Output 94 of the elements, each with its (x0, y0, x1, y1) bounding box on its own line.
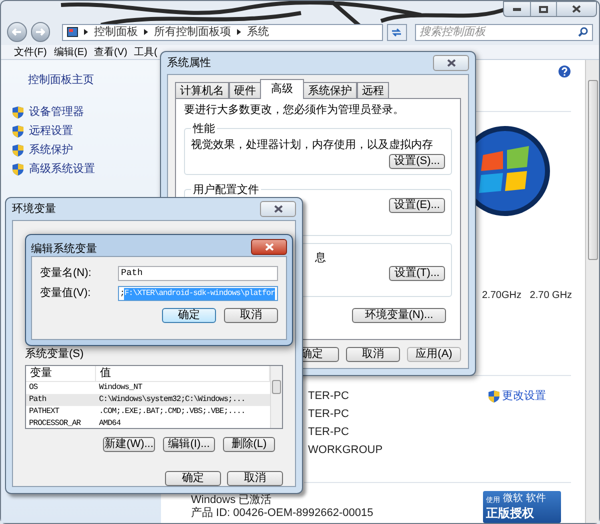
menu-item[interactable]: 文件(F) (14, 44, 47, 60)
window-title: 编辑系统变量 (31, 242, 97, 258)
breadcrumb-item[interactable]: 系统 (247, 24, 269, 40)
computer-info-value: TER-PC (308, 388, 350, 404)
product-id: 产品 ID: 00426-OEM-8992662-00015 (191, 507, 374, 520)
shield-icon (488, 390, 500, 402)
back-arrow-icon (12, 28, 22, 36)
close-icon (264, 242, 274, 250)
dialog-button[interactable]: 设置(T)... (389, 266, 445, 281)
window-title: 系统属性 (167, 56, 211, 71)
address-bar[interactable]: 控制面板 所有控制面板项 系统 (62, 24, 384, 40)
back-button[interactable] (7, 22, 26, 42)
variable-value: AMD64 (98, 418, 122, 428)
group-title: 性能 (192, 122, 216, 136)
close-icon (446, 59, 456, 67)
forward-arrow-icon (35, 28, 46, 36)
control-panel-icon (67, 27, 78, 37)
menu-item[interactable]: 编辑(E) (54, 44, 88, 60)
dialog-button[interactable]: 确定 (162, 308, 216, 323)
group-description: 视觉效果，处理器计划，内存使用，以及虚拟内存 (191, 138, 433, 153)
tab[interactable]: 系统保护 (303, 82, 357, 99)
field-label: 变量名(N): (40, 266, 92, 282)
list-row[interactable]: Path C:\Windows\system32;C:\Windows;... (26, 394, 270, 406)
dialog-button[interactable]: 环境变量(N)... (352, 308, 446, 322)
variable-name: PATHEXT (28, 406, 60, 418)
selected-text: F:\XTER\android-sdk-windows\platfor (124, 288, 275, 300)
window-title: 环境变量 (12, 202, 56, 217)
breadcrumb-item[interactable]: 所有控制面板项 (154, 24, 231, 40)
refresh-button[interactable] (387, 24, 407, 40)
help-icon[interactable] (558, 65, 571, 78)
tab[interactable]: 硬件 (229, 82, 261, 99)
variable-value: .COM;.EXE;.BAT;.CMD;.VBS;.VBE;.... (98, 406, 246, 418)
dialog-button[interactable]: 确定 (165, 470, 221, 486)
shield-icon (12, 106, 24, 118)
sidebar-link[interactable]: 设备管理器 (29, 104, 84, 120)
badge-title: 正版授权 (486, 506, 535, 520)
close-button[interactable] (433, 55, 469, 71)
list-row[interactable]: PROCESSOR_AR AMD64 (26, 418, 270, 428)
variable-value: Windows_NT (98, 382, 144, 394)
sidebar-link[interactable]: 远程设置 (29, 122, 73, 140)
dialog-button[interactable]: 取消 (224, 308, 278, 323)
menu-item[interactable]: 查看(V) (94, 44, 128, 60)
dialog-button[interactable]: 取消 (227, 470, 283, 486)
close-icon (274, 205, 282, 213)
computer-info-value: TER-PC (308, 424, 350, 440)
processor-speed-text: 2.70GHz 2.70 GHz (482, 289, 572, 303)
search-field[interactable]: 搜索控制面板 (414, 24, 593, 40)
change-settings-link[interactable]: 更改设置 (502, 388, 546, 404)
shield-icon (12, 124, 24, 138)
badge-text: 微软 (503, 492, 523, 506)
badge-text: 软件 (526, 492, 546, 506)
sidebar-home-link[interactable]: 控制面板主页 (12, 72, 161, 88)
computer-info-value: WORKGROUP (308, 442, 384, 458)
tab[interactable]: 远程 (357, 82, 389, 99)
list-row[interactable]: PATHEXT .COM;.EXE;.BAT;.CMD;.VBS;.VBE;.... (26, 406, 270, 418)
sidebar-link[interactable]: 高级系统设置 (29, 160, 95, 178)
shield-icon (12, 144, 24, 156)
close-button[interactable] (251, 238, 287, 254)
refresh-icon (391, 28, 402, 36)
variable-name: Path (28, 394, 48, 406)
tab[interactable]: 计算机名 (175, 82, 229, 99)
group-title: 用户配置文件 (192, 182, 260, 198)
tab[interactable]: 高级 (260, 79, 304, 99)
close-button[interactable] (260, 201, 296, 217)
dialog-button[interactable]: 设置(S)... (389, 154, 445, 168)
dialog-button[interactable]: 删除(L) (223, 436, 275, 452)
section-label: 系统变量(S) (25, 346, 85, 362)
shield-icon (12, 162, 24, 176)
field-text: ; (120, 288, 124, 300)
forward-button[interactable] (30, 22, 50, 42)
chevron-icon (237, 29, 241, 35)
chevron-icon (144, 29, 148, 35)
column-header[interactable]: 变量 (26, 366, 96, 382)
dialog-button[interactable]: 取消 (346, 346, 400, 362)
input-field[interactable]: Path (118, 266, 278, 281)
input-field[interactable]: ;F:\XTER\android-sdk-windows\platfor (118, 286, 278, 301)
computer-info-value: TER-PC (308, 406, 350, 422)
breadcrumb-item[interactable]: 控制面板 (94, 24, 138, 40)
dialog-button[interactable]: 新建(W)... (103, 436, 155, 452)
chevron-icon (84, 29, 88, 35)
group-description: 息 (315, 250, 326, 266)
search-icon (578, 27, 588, 37)
close-icon (572, 5, 581, 13)
variable-value: C:\Windows\system32;C:\Windows;... (98, 394, 246, 406)
field-label: 变量值(V): (40, 286, 92, 302)
variable-name: OS (28, 382, 39, 394)
sidebar-link[interactable]: 系统保护 (29, 142, 73, 158)
variable-name: PROCESSOR_AR (28, 418, 82, 428)
dialog-button[interactable]: 设置(E)... (389, 198, 445, 213)
menu-item[interactable]: 工具( (134, 44, 158, 60)
notice-text: 要进行大多数更改，您必须作为管理员登录。 (184, 102, 405, 118)
activation-status: Windows 已激活 (191, 494, 273, 506)
dialog-button[interactable]: 编辑(I)... (163, 436, 215, 452)
list-row[interactable]: OS Windows_NT (26, 382, 270, 394)
